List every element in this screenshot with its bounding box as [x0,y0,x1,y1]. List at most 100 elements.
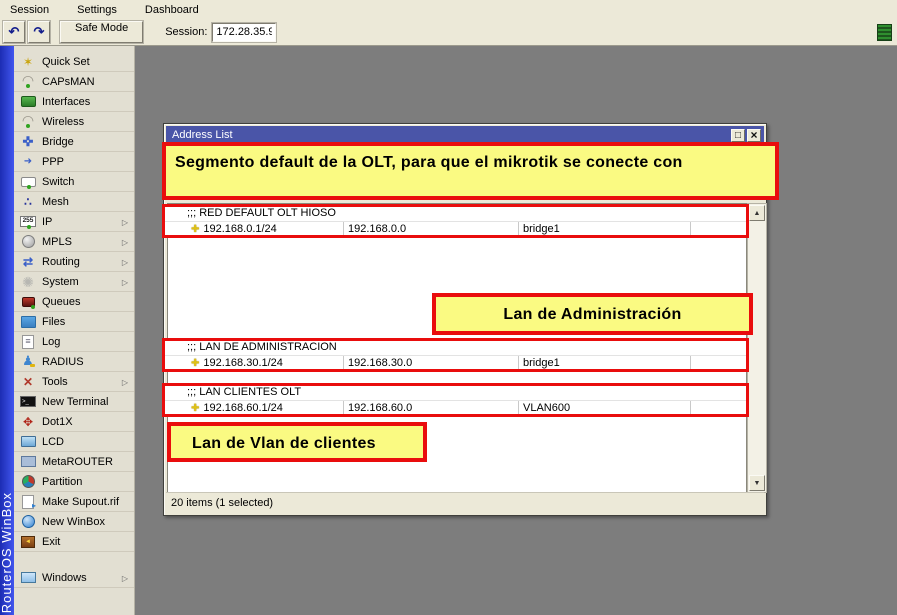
scroll-down-button[interactable] [749,475,765,491]
sidebar-item-ip[interactable]: IP [14,212,134,232]
sidebar-item-label: IP [42,216,52,228]
maximize-button[interactable] [731,129,745,142]
interface-value: bridge1 [518,356,690,369]
comment-row[interactable]: ;;; RED DEFAULT OLT HIOSO [165,207,746,221]
undo-icon [9,24,20,40]
comment-text: ;;; LAN DE ADMINISTRACION [187,341,337,353]
annotation-segmento-default: Segmento default de la OLT, para que el … [162,142,779,200]
sidebar-item-label: Log [42,336,60,348]
sidebar-item-mpls[interactable]: MPLS [14,232,134,252]
bridge-icon [20,134,36,149]
sidebar-item-label: LCD [42,436,64,448]
submenu-arrow-icon [122,376,128,388]
address-group-red-default: ;;; RED DEFAULT OLT HIOSO 192.168.0.1/24… [162,204,749,238]
address-group-lan-admin: ;;; LAN DE ADMINISTRACION 192.168.30.1/2… [162,338,749,372]
tools-icon [20,374,36,389]
wand-icon [20,54,36,69]
sidebar-item-label: RADIUS [42,356,84,368]
metarouter-icon [20,454,36,469]
sidebar-item-label: PPP [42,156,64,168]
sidebar-item-label: Dot1X [42,416,73,428]
sidebar-item-exit[interactable]: Exit [14,532,134,552]
sidebar-item-make-supout[interactable]: Make Supout.rif [14,492,134,512]
winbox-icon [20,514,36,529]
sidebar-item-dot1x[interactable]: Dot1X [14,412,134,432]
empty-cell [690,356,746,369]
log-icon [20,334,36,349]
address-plus-icon [191,357,199,370]
empty-cell [690,222,746,235]
sidebar-item-new-terminal[interactable]: New Terminal [14,392,134,412]
comment-row[interactable]: ;;; LAN DE ADMINISTRACION [165,341,746,355]
sidebar-item-partition[interactable]: Partition [14,472,134,492]
sidebar-item-label: New Terminal [42,396,108,408]
address-plus-icon [191,402,199,415]
sidebar-item-routing[interactable]: Routing [14,252,134,272]
sidebar-item-switch[interactable]: Switch [14,172,134,192]
sidebar-item-label: Make Supout.rif [42,496,119,508]
sidebar-item-label: Wireless [42,116,84,128]
sidebar-item-label: Tools [42,376,68,388]
supout-icon [20,494,36,509]
close-icon [750,129,757,142]
sidebar-item-label: Windows [42,572,87,584]
address-row[interactable]: 192.168.0.1/24 192.168.0.0 bridge1 [165,221,746,235]
session-label: Session: [165,26,207,38]
comment-text: ;;; LAN CLIENTES OLT [187,386,301,398]
sidebar-item-metarouter[interactable]: MetaROUTER [14,452,134,472]
sidebar-item-queues[interactable]: Queues [14,292,134,312]
address-value: 192.168.60.1/24 [203,402,283,414]
menu-dashboard[interactable]: Dashboard [143,2,201,18]
vertical-scrollbar[interactable] [747,203,767,493]
comment-row[interactable]: ;;; LAN CLIENTES OLT [165,386,746,400]
sidebar-item-capsman[interactable]: CAPsMAN [14,72,134,92]
sidebar-item-label: Queues [42,296,81,308]
sidebar-item-radius[interactable]: RADIUS [14,352,134,372]
annotation-lan-administracion: Lan de Administración [432,293,753,335]
address-value: 192.168.0.1/24 [203,223,276,235]
sidebar-item-windows[interactable]: Windows [14,568,134,588]
mesh-icon [20,194,36,209]
redo-button[interactable] [28,21,50,43]
wireless-icon [20,114,36,129]
sidebar-item-tools[interactable]: Tools [14,372,134,392]
menubar: Session Settings Dashboard [0,0,897,19]
sidebar-item-new-winbox[interactable]: New WinBox [14,512,134,532]
routing-icon [20,254,36,269]
sidebar-item-wireless[interactable]: Wireless [14,112,134,132]
switch-icon [20,174,36,189]
sidebar-item-quick-set[interactable]: Quick Set [14,52,134,72]
address-row[interactable]: 192.168.60.1/24 192.168.60.0 VLAN600 [165,400,746,414]
menu-session[interactable]: Session [8,2,51,18]
address-plus-icon [191,223,199,236]
sidebar-item-files[interactable]: Files [14,312,134,332]
safe-mode-button[interactable]: Safe Mode [60,21,143,43]
submenu-arrow-icon [122,236,128,248]
scroll-up-button[interactable] [749,205,765,221]
sidebar-item-bridge[interactable]: Bridge [14,132,134,152]
terminal-icon [20,394,36,409]
undo-button[interactable] [3,21,25,43]
sidebar-item-label: Switch [42,176,74,188]
annotation-lan-vlan-clientes: Lan de Vlan de clientes [167,422,427,462]
maximize-icon [735,129,741,141]
sidebar-item-system[interactable]: System [14,272,134,292]
session-input[interactable] [212,23,276,42]
sidebar-item-label: Bridge [42,136,74,148]
sidebar-item-ppp[interactable]: PPP [14,152,134,172]
sidebar-item-label: Interfaces [42,96,90,108]
status-text: 20 items (1 selected) [171,497,273,509]
sidebar-item-lcd[interactable]: LCD [14,432,134,452]
sidebar-item-log[interactable]: Log [14,332,134,352]
status-bar: 20 items (1 selected) [166,492,764,512]
sidebar-item-interfaces[interactable]: Interfaces [14,92,134,112]
sidebar-item-label: MPLS [42,236,72,248]
sidebar-item-mesh[interactable]: Mesh [14,192,134,212]
close-button[interactable] [747,129,761,142]
menu-settings[interactable]: Settings [75,2,119,18]
address-group-lan-clientes: ;;; LAN CLIENTES OLT 192.168.60.1/24 192… [162,383,749,417]
interface-card-icon [20,94,36,109]
sidebar-item-label: Files [42,316,65,328]
address-row[interactable]: 192.168.30.1/24 192.168.30.0 bridge1 [165,355,746,369]
antenna-icon [20,74,36,89]
